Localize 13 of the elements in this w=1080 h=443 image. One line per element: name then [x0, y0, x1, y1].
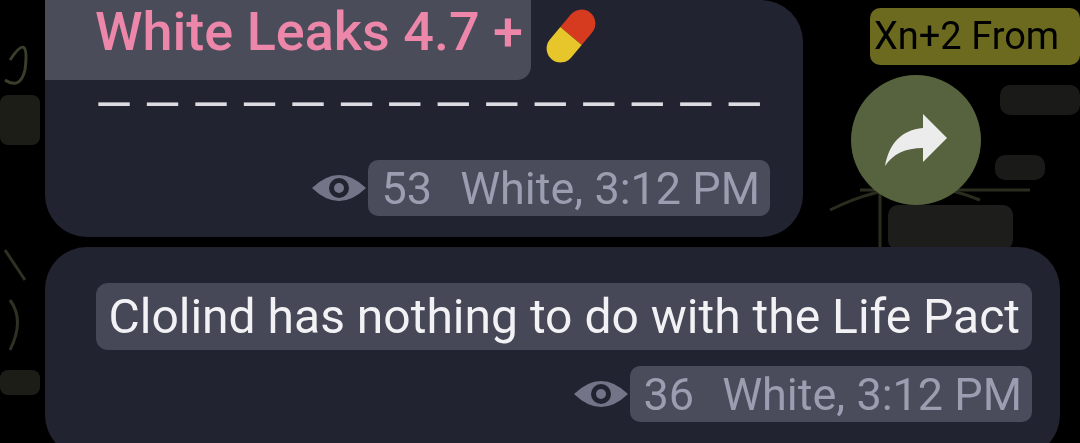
message-time: White, 3:12 PM — [460, 165, 760, 211]
message-text: —————————————— — [95, 80, 775, 130]
view-count: 53 — [381, 165, 433, 211]
highlight-patch — [0, 370, 40, 395]
message-text: Clolind has nothing to do with the Life Pact — [96, 283, 1032, 350]
chalk-doodle — [4, 45, 28, 85]
message-time: White, 3:12 PM — [722, 371, 1022, 417]
highlight-patch — [0, 95, 40, 145]
share-arrow-icon — [883, 112, 949, 168]
highlighted-label: Xn+2 From — [870, 8, 1080, 65]
message-title: White Leaks 4.7 + — [45, 0, 531, 80]
view-count: 36 — [643, 371, 695, 417]
highlight-patch — [995, 155, 1045, 180]
